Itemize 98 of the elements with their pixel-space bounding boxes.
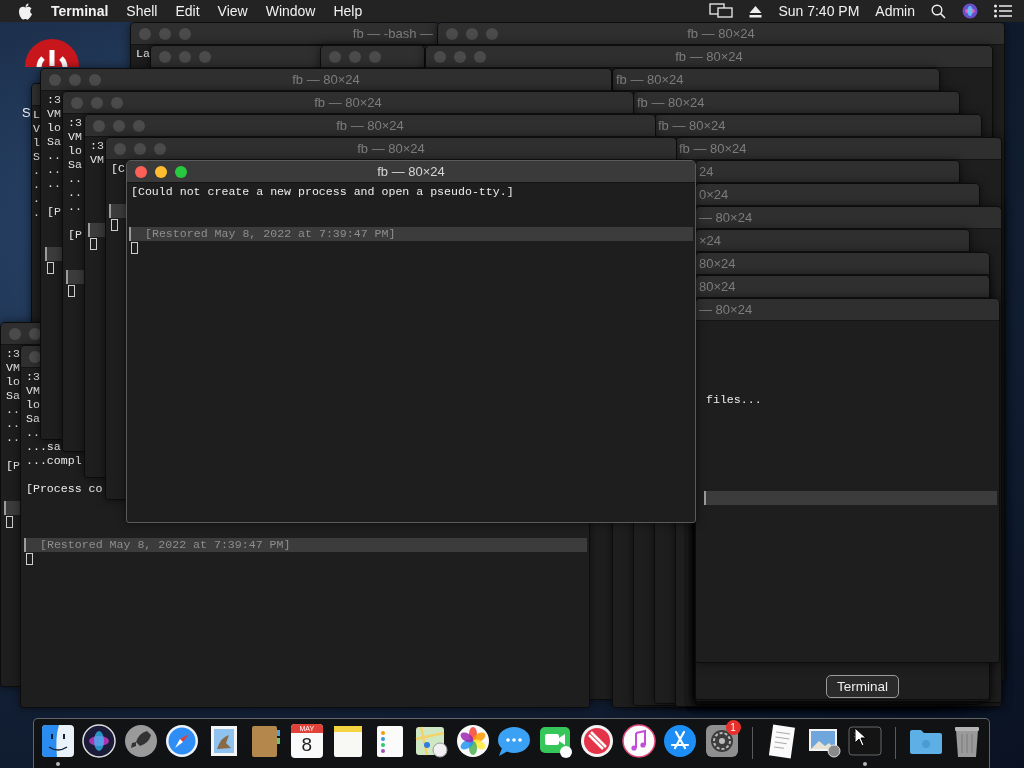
menu-item[interactable]: View: [217, 3, 248, 19]
terminal-line: L: [33, 108, 40, 121]
close-button[interactable]: [29, 350, 41, 363]
user-menu[interactable]: Admin: [875, 3, 915, 19]
siri-icon[interactable]: [962, 3, 978, 19]
terminal-line: [C: [111, 162, 125, 175]
terminal-line: Sa: [68, 158, 82, 171]
window-title: fb — 80×24: [314, 95, 382, 110]
window-title: fb — 80×24: [636, 95, 705, 110]
apple-icon[interactable]: [18, 2, 33, 20]
menu-item[interactable]: Edit: [175, 3, 200, 19]
window-title: — 80×24: [698, 210, 753, 225]
terminal-line: Sa: [47, 135, 61, 148]
window-title: — 80×24: [698, 302, 753, 317]
window-title: fb — 80×24: [357, 141, 425, 156]
search-icon[interactable]: [931, 3, 946, 19]
terminal-line: lo: [68, 144, 82, 157]
news-icon[interactable]: [579, 723, 616, 759]
face-icon[interactable]: [39, 723, 76, 759]
window-title: fb — 80×24: [292, 72, 360, 87]
terminal-line: lo: [47, 121, 61, 134]
terminal-line: ..: [26, 426, 40, 439]
terminal-line: Sa: [26, 412, 40, 425]
close-button[interactable]: [135, 165, 147, 178]
terminal-line: :3: [26, 370, 40, 383]
window-title: fb — -bash —: [352, 26, 434, 41]
window-title: 24: [698, 164, 714, 179]
terminal-line: [Process co: [26, 482, 103, 495]
terminal-line: VM: [26, 384, 40, 397]
window-title: fb — 80×24: [675, 49, 743, 64]
window-title: fb — 80×24: [657, 118, 726, 133]
menu-list-icon[interactable]: [994, 4, 1012, 18]
music-note-icon[interactable]: [620, 723, 657, 759]
terminal-line: ..: [47, 149, 61, 162]
terminal-line: Sa: [6, 389, 20, 402]
terminal-line: :3: [68, 116, 82, 129]
terminal-line: lo: [6, 375, 20, 388]
window-title: ×24: [698, 233, 722, 248]
terminal-line: VM: [90, 153, 104, 166]
compass-icon[interactable]: [164, 723, 201, 759]
terminal-line: :3: [47, 93, 61, 106]
window-title: fb — 80×24: [377, 164, 445, 179]
terminal-line: lo: [26, 398, 40, 411]
app-menu[interactable]: Terminal: [51, 3, 109, 19]
terminal-line: [P: [68, 228, 82, 241]
terminal-line: [P: [6, 459, 20, 472]
terminal-line: [Could not create a new process and open a pseudo-tty.]: [131, 185, 514, 198]
terminal-line: [P: [47, 205, 61, 218]
window-title: 0×24: [698, 187, 729, 202]
dock-tooltip: Terminal: [826, 675, 899, 698]
terminal-line: :3: [6, 347, 20, 360]
menu-clock[interactable]: Sun 7:40 PM: [778, 3, 860, 19]
window-title: 80×24: [698, 279, 736, 294]
terminal-line: VM: [47, 107, 61, 120]
terminal-line: V: [33, 122, 40, 135]
minimize-button[interactable]: [155, 165, 167, 178]
window-title: fb — 80×24: [615, 72, 684, 87]
menu-item[interactable]: Shell: [126, 3, 158, 19]
restored-banner: [Restored May 8, 2022 at 7:39:47 PM]: [24, 538, 587, 552]
terminal-line: .: [33, 178, 40, 191]
terminal-line: :3: [90, 139, 104, 152]
gear-icon[interactable]: [703, 723, 740, 759]
terminal-line: ..: [68, 172, 82, 185]
orb-icon[interactable]: [81, 723, 118, 759]
eject-icon[interactable]: [749, 4, 763, 18]
terminal-line: VM: [68, 130, 82, 143]
terminal-line: ..: [68, 200, 82, 213]
menu-item[interactable]: Window: [265, 3, 316, 19]
window-title: fb — 80×24: [336, 118, 404, 133]
terminal-line: ..: [47, 177, 61, 190]
terminal-line: ...compl: [26, 454, 82, 467]
terminal-line: ..: [6, 403, 20, 416]
terminal-line: La: [136, 47, 150, 60]
window-title: fb — 80×24: [678, 141, 747, 156]
terminal-line: ..: [68, 186, 82, 199]
rocket-icon[interactable]: [122, 723, 159, 759]
terminal-line: files...: [706, 393, 762, 406]
window-title: 80×24: [698, 256, 736, 271]
flower-icon[interactable]: [454, 723, 491, 759]
calendar-day: 8: [301, 733, 313, 757]
app-store-icon[interactable]: [662, 723, 699, 759]
terminal-line: S: [33, 150, 40, 163]
terminal-line: VM: [6, 361, 20, 374]
terminal-line: ..: [6, 417, 20, 430]
terminal-line: ...sa: [26, 440, 61, 453]
window-title: fb — 80×24: [687, 26, 755, 41]
restored-banner: [Restored May 8, 2022 at 7:39:47 PM]: [129, 227, 693, 241]
terminal-line: ..: [6, 431, 20, 444]
terminal-line: ..: [47, 163, 61, 176]
menu-item[interactable]: Help: [333, 3, 363, 19]
terminal-line: l: [33, 136, 40, 149]
desktop-icon-label: S: [22, 105, 31, 120]
terminal-line: .: [33, 206, 40, 219]
terminal-line: .: [33, 192, 40, 205]
display-icon[interactable]: [709, 3, 734, 19]
terminal-line: .: [33, 164, 40, 177]
zoom-button[interactable]: [175, 165, 187, 178]
pointer-icon: [854, 727, 867, 747]
